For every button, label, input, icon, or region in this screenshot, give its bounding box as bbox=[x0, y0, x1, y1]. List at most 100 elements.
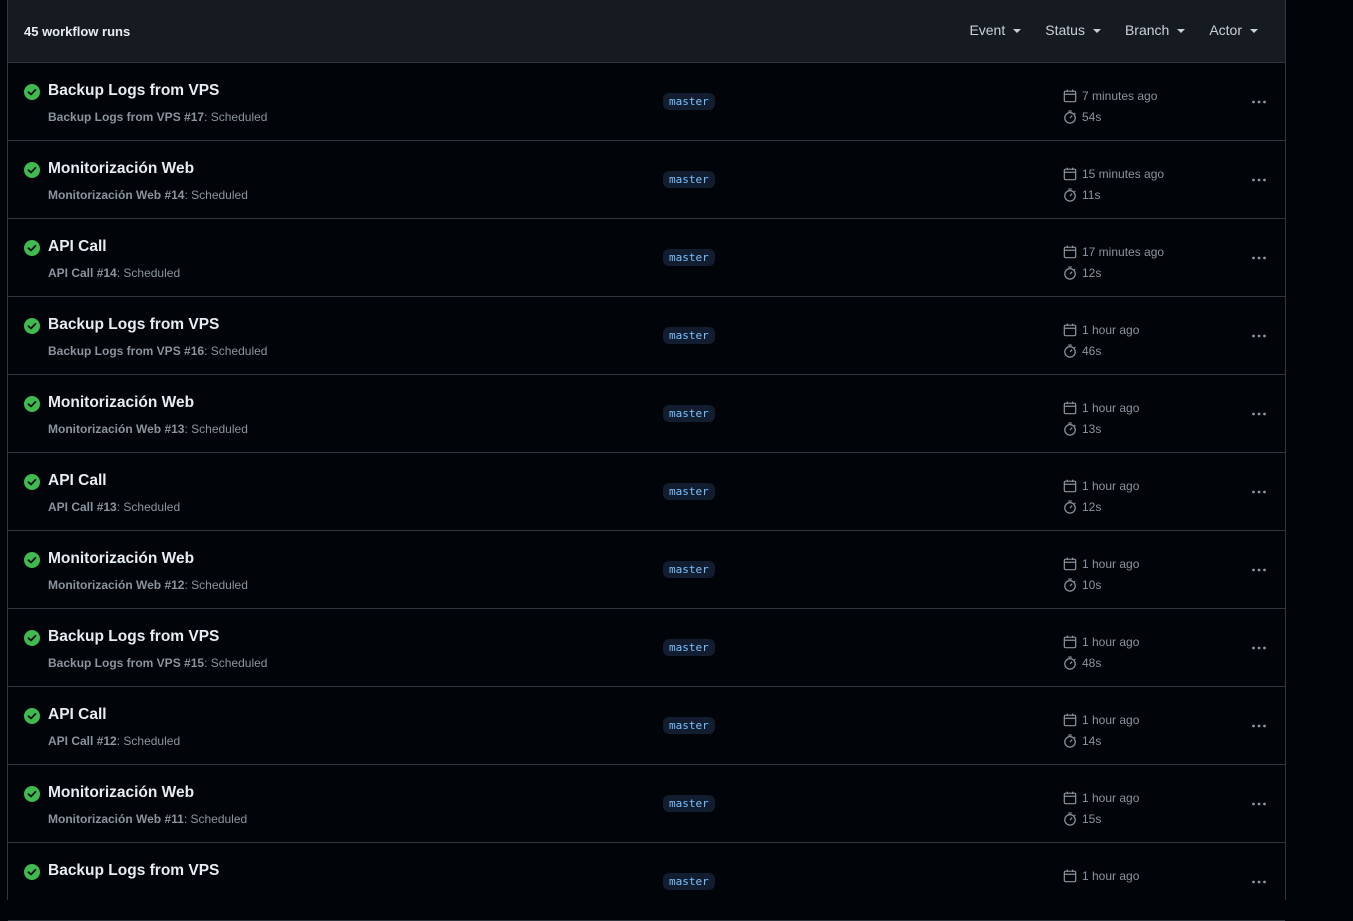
workflow-run-row[interactable]: Monitorización Web Monitorización Web #1… bbox=[8, 765, 1285, 843]
stopwatch-icon bbox=[1064, 811, 1076, 826]
kebab-horizontal-icon[interactable] bbox=[1248, 559, 1270, 581]
run-title-link[interactable]: Backup Logs from VPS bbox=[48, 862, 219, 880]
run-meta: 1 hour ago 46s bbox=[1063, 319, 1139, 361]
run-time: 1 hour ago bbox=[1082, 556, 1140, 571]
workflow-run-row[interactable]: Backup Logs from VPS Backup Logs from VP… bbox=[8, 297, 1285, 375]
runs-count: 45 workflow runs bbox=[24, 24, 131, 39]
chevron-down-icon bbox=[1177, 28, 1186, 33]
run-duration: 13s bbox=[1082, 421, 1102, 436]
filter-status[interactable]: Status bbox=[1045, 22, 1101, 38]
workflow-run-row[interactable]: API Call API Call #14: Scheduled master … bbox=[8, 219, 1285, 297]
stopwatch-icon bbox=[1064, 109, 1076, 124]
run-workflow-name: API Call bbox=[48, 734, 94, 748]
run-workflow-name: Backup Logs from VPS bbox=[48, 344, 181, 358]
kebab-horizontal-icon[interactable] bbox=[1248, 793, 1270, 815]
run-title-link[interactable]: API Call bbox=[48, 238, 107, 256]
kebab-horizontal-icon[interactable] bbox=[1248, 637, 1270, 659]
workflow-run-row[interactable]: API Call API Call #12: Scheduled master … bbox=[8, 687, 1285, 765]
branch-label[interactable]: master bbox=[663, 639, 715, 656]
workflow-run-row[interactable]: Backup Logs from VPS Backup Logs from VP… bbox=[8, 609, 1285, 687]
kebab-horizontal-icon[interactable] bbox=[1248, 169, 1270, 191]
run-meta: 17 minutes ago 12s bbox=[1063, 241, 1164, 283]
branch-label[interactable]: master bbox=[663, 249, 715, 266]
run-duration: 54s bbox=[1082, 109, 1102, 124]
stopwatch-icon bbox=[1064, 733, 1076, 748]
check-circle-icon bbox=[24, 240, 40, 256]
branch-label[interactable]: master bbox=[663, 327, 715, 344]
run-event: : Scheduled bbox=[184, 578, 248, 592]
run-title-link[interactable]: Monitorización Web bbox=[48, 550, 194, 568]
stopwatch-icon bbox=[1064, 343, 1076, 358]
workflow-run-row[interactable]: Monitorización Web Monitorización Web #1… bbox=[8, 531, 1285, 609]
run-title-link[interactable]: API Call bbox=[48, 706, 107, 724]
run-event: : Scheduled bbox=[183, 812, 248, 826]
workflow-run-row[interactable]: API Call API Call #13: Scheduled master … bbox=[8, 453, 1285, 531]
run-workflow-name: Backup Logs from VPS bbox=[48, 656, 181, 670]
kebab-horizontal-icon[interactable] bbox=[1248, 715, 1270, 737]
kebab-horizontal-icon[interactable] bbox=[1248, 403, 1270, 425]
calendar-icon bbox=[1063, 713, 1077, 726]
run-number: #11 bbox=[164, 812, 184, 826]
check-circle-icon bbox=[24, 630, 40, 646]
branch-label[interactable]: master bbox=[663, 873, 715, 890]
branch-label[interactable]: master bbox=[663, 717, 715, 734]
run-title-link[interactable]: Backup Logs from VPS bbox=[48, 82, 219, 100]
run-title-link[interactable]: API Call bbox=[48, 472, 107, 490]
kebab-horizontal-icon[interactable] bbox=[1248, 481, 1270, 503]
filter-actor-label: Actor bbox=[1209, 22, 1242, 38]
run-number: #15 bbox=[184, 656, 205, 670]
calendar-icon bbox=[1063, 635, 1077, 648]
chevron-down-icon bbox=[1250, 28, 1258, 33]
check-circle-icon bbox=[24, 318, 40, 334]
run-subtitle: Monitorización Web #12: Scheduled bbox=[48, 578, 248, 592]
workflow-run-row[interactable]: Monitorización Web Monitorización Web #1… bbox=[8, 375, 1285, 453]
run-number: #12 bbox=[164, 578, 185, 592]
branch-label[interactable]: master bbox=[663, 483, 715, 500]
calendar-icon bbox=[1063, 557, 1077, 570]
run-duration: 46s bbox=[1082, 343, 1102, 358]
filter-event-label: Event bbox=[969, 22, 1006, 38]
run-event: : Scheduled bbox=[116, 734, 181, 748]
branch-label[interactable]: master bbox=[663, 561, 715, 578]
branch-label[interactable]: master bbox=[663, 171, 715, 188]
check-circle-icon bbox=[24, 864, 40, 880]
filter-status-label: Status bbox=[1045, 22, 1085, 38]
calendar-icon bbox=[1063, 89, 1077, 102]
run-duration: 10s bbox=[1082, 577, 1102, 592]
kebab-dots bbox=[1252, 568, 1266, 572]
run-title-link[interactable]: Backup Logs from VPS bbox=[48, 628, 219, 646]
run-meta: 1 hour ago 14s bbox=[1063, 709, 1139, 751]
run-workflow-name: API Call bbox=[48, 500, 94, 514]
run-title-link[interactable]: Monitorización Web bbox=[48, 394, 194, 412]
run-title-link[interactable]: Backup Logs from VPS bbox=[48, 316, 219, 334]
workflow-run-row[interactable]: Monitorización Web Monitorización Web #1… bbox=[8, 141, 1285, 219]
run-duration: 48s bbox=[1082, 655, 1102, 670]
filter-event[interactable]: Event bbox=[969, 22, 1022, 38]
run-workflow-name: Backup Logs from VPS bbox=[48, 110, 181, 124]
branch-label[interactable]: master bbox=[663, 795, 715, 812]
kebab-horizontal-icon[interactable] bbox=[1248, 91, 1270, 113]
run-subtitle: Monitorización Web #11: Scheduled bbox=[48, 812, 247, 826]
run-number: #17 bbox=[184, 110, 205, 124]
run-event: : Scheduled bbox=[204, 110, 268, 124]
stopwatch-icon bbox=[1064, 499, 1076, 514]
run-subtitle: Backup Logs from VPS #16: Scheduled bbox=[48, 344, 267, 358]
filter-branch[interactable]: Branch bbox=[1125, 22, 1186, 38]
run-subtitle: API Call #13: Scheduled bbox=[48, 500, 180, 514]
run-title-link[interactable]: Monitorización Web bbox=[48, 160, 194, 178]
kebab-horizontal-icon[interactable] bbox=[1248, 325, 1270, 347]
kebab-horizontal-icon[interactable] bbox=[1248, 871, 1270, 893]
run-meta: 1 hour ago 10s bbox=[1063, 553, 1139, 595]
branch-label[interactable]: master bbox=[663, 405, 715, 422]
check-circle-icon bbox=[24, 84, 40, 100]
workflow-run-row[interactable]: Backup Logs from VPS master 1 hour ago bbox=[8, 843, 1285, 921]
filter-actor[interactable]: Actor bbox=[1209, 22, 1258, 38]
run-title-link[interactable]: Monitorización Web bbox=[48, 784, 194, 802]
run-subtitle: Backup Logs from VPS #17: Scheduled bbox=[48, 110, 267, 124]
kebab-horizontal-icon[interactable] bbox=[1248, 247, 1270, 269]
run-meta: 1 hour ago 13s bbox=[1063, 397, 1139, 439]
branch-label[interactable]: master bbox=[663, 93, 715, 110]
workflow-run-row[interactable]: Backup Logs from VPS Backup Logs from VP… bbox=[8, 63, 1285, 141]
kebab-dots bbox=[1252, 178, 1266, 182]
run-workflow-name: Monitorización Web bbox=[48, 422, 162, 436]
